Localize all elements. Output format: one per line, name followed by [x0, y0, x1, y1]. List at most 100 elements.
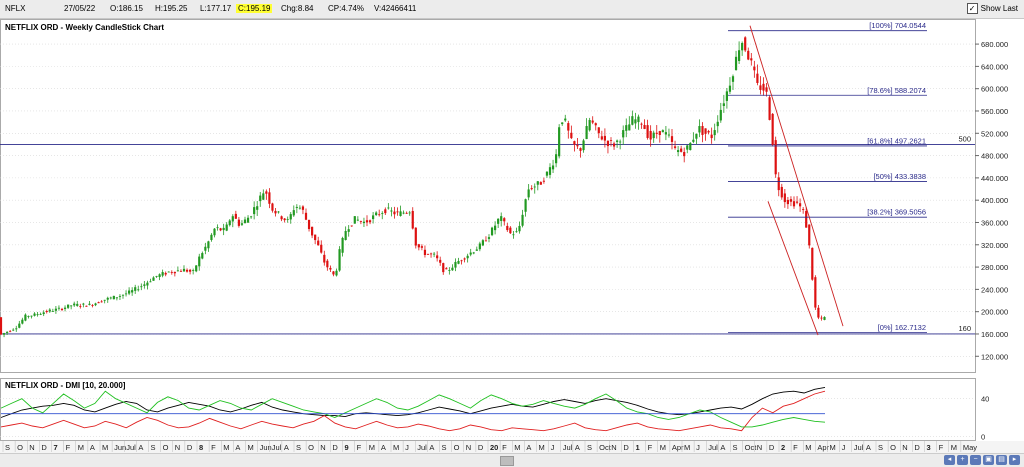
- candle-down: [567, 123, 570, 131]
- candle-up: [728, 85, 732, 92]
- zoom-in-icon[interactable]: +: [957, 455, 968, 465]
- x-tick-label: N: [466, 443, 471, 452]
- scroll-left-icon[interactable]: ◂: [944, 455, 955, 465]
- scrollbar-thumb[interactable]: [500, 456, 514, 466]
- candle-up: [124, 293, 128, 295]
- x-tick-label: N: [320, 443, 325, 452]
- chart-toolbar: ◂ + − ▣ ▤ ▸: [944, 455, 1020, 465]
- candle-down: [91, 305, 94, 306]
- candle-up: [12, 329, 15, 331]
- candle-down: [576, 145, 579, 147]
- candle-down: [747, 50, 750, 60]
- candle-up: [375, 212, 378, 216]
- candle-down: [164, 272, 167, 275]
- candle-down: [783, 193, 786, 203]
- candle-down: [314, 234, 317, 241]
- candle-up: [216, 227, 219, 229]
- zoom-out-icon[interactable]: −: [970, 455, 981, 465]
- candle-down: [701, 126, 704, 135]
- x-tick-label: May: [963, 443, 977, 452]
- x-tick-label: D: [187, 443, 193, 452]
- candle-up: [115, 297, 118, 299]
- fib-label: [61.8%] 497.2621: [867, 136, 926, 145]
- print-icon[interactable]: ▤: [996, 455, 1007, 465]
- candle-down: [320, 244, 323, 253]
- fit-icon[interactable]: ▣: [983, 455, 994, 465]
- candle-down: [359, 221, 362, 222]
- x-tick-label: N: [29, 443, 34, 452]
- candle-down: [780, 186, 783, 198]
- scroll-right-icon[interactable]: ▸: [1009, 455, 1020, 465]
- candle-down: [603, 135, 606, 141]
- candle-up: [625, 125, 628, 131]
- candle-down: [179, 270, 183, 272]
- show-last-checkbox[interactable]: ✓: [966, 3, 978, 14]
- candle-up: [353, 216, 356, 224]
- candle-up: [21, 319, 24, 324]
- candle-up: [490, 227, 494, 236]
- candle-down: [429, 253, 433, 255]
- x-tick-label: Jul: [126, 443, 136, 452]
- candle-up: [512, 234, 515, 236]
- candle-down: [414, 227, 417, 246]
- candle-up: [88, 303, 91, 305]
- candle-up: [51, 311, 54, 312]
- candle-down: [311, 226, 314, 236]
- candle-up: [664, 132, 667, 135]
- fib-label: [50%] 433.3838: [873, 172, 926, 181]
- candle-up: [466, 255, 469, 259]
- candle-down: [646, 125, 649, 138]
- candle-up: [262, 193, 265, 200]
- candle-up: [259, 195, 262, 202]
- candle-down: [820, 317, 823, 319]
- dmi-indicator-chart[interactable]: 40 0 NETFLIX ORD - DMI [10, 20.000]: [0, 378, 1024, 441]
- fib-label: [100%] 704.0544: [869, 21, 926, 30]
- candlestick-chart[interactable]: 500 160 [100%] 704.0544 [78.6%] 588.2074 [6…: [0, 19, 1024, 373]
- show-last-label: Show Last: [980, 4, 1018, 13]
- candle-up: [176, 270, 179, 272]
- candle-up: [823, 317, 826, 320]
- x-tick-label: F: [357, 443, 362, 452]
- candle-up: [103, 299, 106, 301]
- candle-up: [152, 277, 155, 281]
- candle-up: [399, 211, 402, 216]
- candle-up: [67, 304, 70, 308]
- show-last-toggle[interactable]: ✓ Show Last: [966, 3, 1018, 14]
- x-tick-label: S: [878, 443, 883, 452]
- candle-up: [457, 260, 460, 264]
- x-tick-label: S: [733, 443, 738, 452]
- x-tick-label: A: [284, 443, 289, 452]
- candle-down: [405, 212, 408, 214]
- candle-up: [106, 297, 109, 300]
- x-tick-label: J: [696, 443, 700, 452]
- candle-up: [158, 274, 161, 278]
- candle-down: [753, 66, 756, 71]
- candle-down: [817, 307, 820, 318]
- candle-down: [786, 199, 789, 205]
- candle-up: [15, 328, 18, 330]
- chart-scrollbar[interactable]: ◂ + − ▣ ▤ ▸: [0, 453, 1024, 467]
- candle-down: [280, 216, 283, 220]
- candle-down: [542, 180, 545, 182]
- candle-down: [219, 228, 222, 231]
- candle-down: [600, 136, 603, 140]
- x-tick-label: O: [890, 443, 896, 452]
- candle-up: [533, 186, 536, 188]
- x-tick-label: M: [248, 443, 254, 452]
- candle-down: [350, 225, 353, 227]
- candle-up: [634, 119, 637, 124]
- candle-up: [582, 140, 585, 151]
- candle-down: [777, 177, 780, 191]
- candle-up: [616, 140, 619, 142]
- candle-up: [545, 171, 549, 176]
- candle-down: [762, 83, 765, 91]
- candle-down: [768, 97, 771, 120]
- x-tick-label: 1: [636, 443, 640, 452]
- candle-up: [76, 303, 79, 306]
- x-tick-label: 8: [199, 443, 203, 452]
- candle-down: [265, 191, 268, 194]
- x-tick-label: F: [793, 443, 798, 452]
- candle-down: [802, 209, 805, 210]
- x-tick-label: Jul: [272, 443, 282, 452]
- x-tick-label: J: [405, 443, 409, 452]
